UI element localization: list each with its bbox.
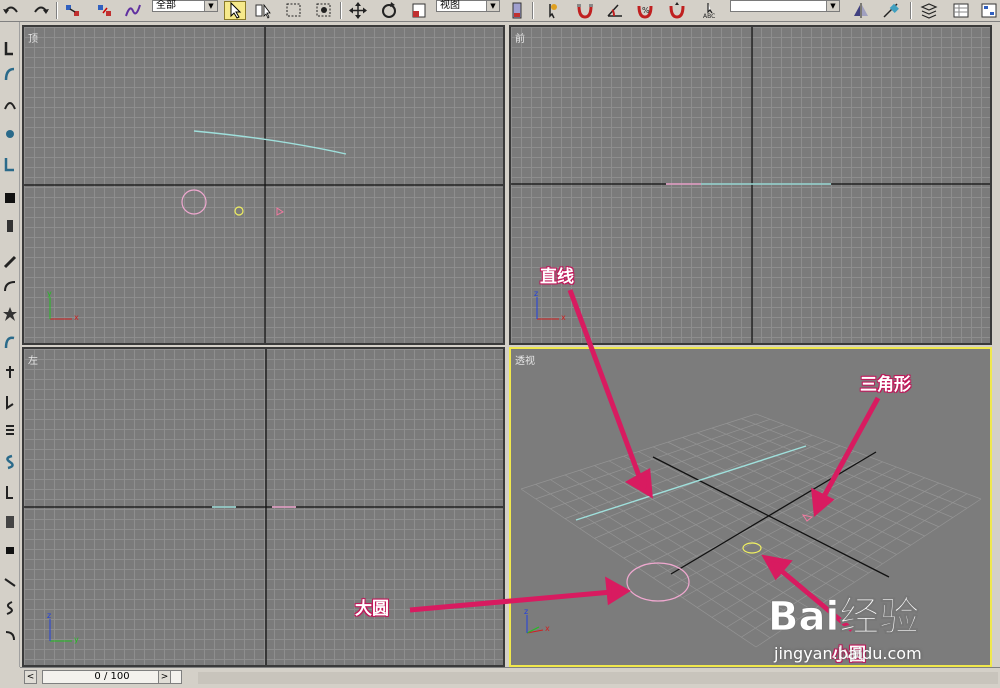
axis-z-label: z	[524, 607, 529, 616]
curve-editor-icon[interactable]	[950, 1, 972, 20]
schematic-view-icon[interactable]	[978, 1, 1000, 20]
tool-icon[interactable]	[2, 514, 18, 530]
scale-icon[interactable]	[408, 1, 430, 20]
axis-x-label: x	[561, 313, 566, 322]
main-toolbar: 全部 ▼ 视图 ▼ % ABC ▼	[0, 0, 1000, 22]
tool-icon[interactable]	[2, 600, 18, 616]
perspective-grid-line	[638, 456, 869, 569]
redo-icon[interactable]	[30, 1, 52, 20]
named-selection-dropdown[interactable]: ▼	[730, 0, 840, 12]
unlink-selection-icon[interactable]	[94, 1, 116, 20]
undo-icon[interactable]	[0, 1, 22, 20]
axis-x-label: x	[545, 624, 550, 633]
annotation-triangle-label: 三角形	[860, 375, 911, 395]
tool-icon[interactable]	[2, 628, 18, 644]
layer-manager-icon[interactable]	[918, 1, 940, 20]
small-circle-shape	[742, 542, 762, 554]
tool-icon[interactable]	[2, 334, 18, 350]
time-slider-bar: < 0 / 100 >	[20, 667, 1000, 688]
perspective-grid-line	[697, 432, 925, 537]
tool-icon[interactable]	[2, 218, 18, 234]
pivot-center-icon[interactable]	[506, 1, 528, 20]
tool-icon[interactable]	[2, 542, 18, 558]
tool-icon[interactable]	[2, 254, 18, 270]
next-frame-button[interactable]: >	[158, 670, 171, 684]
chevron-down-icon: ▼	[204, 1, 217, 11]
window-crossing-icon[interactable]	[313, 1, 335, 20]
rotate-icon[interactable]	[378, 1, 400, 20]
axis-z-label: z	[534, 289, 539, 298]
move-icon[interactable]	[347, 1, 369, 20]
tool-icon[interactable]	[2, 96, 18, 112]
align-icon[interactable]	[880, 1, 902, 20]
select-and-link-icon[interactable]	[62, 1, 84, 20]
timeline-track[interactable]	[198, 672, 998, 684]
reference-coordinate-value: 视图	[440, 0, 460, 11]
select-by-name-icon[interactable]	[252, 1, 274, 20]
line-shape	[575, 445, 807, 521]
viewport-top[interactable]: 顶 x y	[22, 25, 505, 345]
axis-z-label: z	[47, 611, 52, 620]
rectangular-selection-icon[interactable]	[283, 1, 305, 20]
tool-icon[interactable]	[2, 40, 18, 56]
tool-icon[interactable]	[2, 364, 18, 380]
select-manipulate-icon[interactable]	[540, 1, 562, 20]
chevron-down-icon: ▼	[486, 1, 499, 11]
edit-named-selection-icon[interactable]: ABC	[700, 1, 722, 20]
perspective-grid-line	[755, 498, 982, 648]
perspective-grid-line	[711, 427, 939, 528]
annotation-small-circle-label: 小圆	[832, 645, 866, 665]
triangle-shape	[276, 207, 284, 216]
tool-icon[interactable]	[2, 454, 18, 470]
perspective-grid-line	[741, 493, 968, 638]
axis-y-label: y	[47, 289, 52, 298]
tool-icon[interactable]	[2, 574, 18, 590]
spinner-snap-icon[interactable]	[666, 1, 688, 20]
axis-y-label: y	[74, 635, 79, 644]
big-circle-shape	[626, 562, 690, 602]
angle-snap-icon[interactable]	[604, 1, 626, 20]
tool-icon[interactable]	[2, 484, 18, 500]
axis-x-label: x	[74, 313, 79, 322]
reference-coordinate-dropdown[interactable]: 视图 ▼	[436, 0, 500, 12]
tool-icon[interactable]	[2, 66, 18, 82]
svg-text:ABC: ABC	[703, 13, 715, 19]
bind-to-space-warp-icon[interactable]	[122, 1, 144, 20]
viewport-perspective[interactable]: 透视 x z	[509, 347, 992, 667]
select-object-button[interactable]	[224, 1, 246, 20]
tool-icon[interactable]	[2, 306, 18, 322]
tool-icon[interactable]	[2, 278, 18, 294]
viewport-front[interactable]: 前 x z	[509, 25, 992, 345]
percent-snap-icon[interactable]: %	[634, 1, 656, 20]
tool-icon[interactable]	[2, 394, 18, 410]
mirror-icon[interactable]	[850, 1, 872, 20]
tool-icon[interactable]	[2, 190, 18, 206]
perspective-grid-line	[711, 482, 939, 618]
left-toolbar	[0, 22, 20, 667]
annotation-line-label: 直线	[540, 267, 574, 287]
viewport-left[interactable]: 左 y z	[22, 347, 505, 667]
selection-filter-value: 全部	[156, 0, 176, 11]
prev-frame-button[interactable]: <	[24, 670, 37, 684]
line-shape	[193, 130, 347, 155]
annotation-big-circle-label: 大圆	[355, 599, 389, 619]
small-circle-shape	[234, 206, 244, 216]
snap-toggle-icon[interactable]	[574, 1, 596, 20]
big-circle-shape	[181, 189, 207, 215]
selection-filter-dropdown[interactable]: 全部 ▼	[152, 0, 218, 12]
tool-icon[interactable]	[2, 422, 18, 438]
tool-icon[interactable]	[2, 156, 18, 172]
chevron-down-icon: ▼	[826, 1, 839, 11]
tool-icon[interactable]	[2, 126, 18, 142]
perspective-grid-line	[726, 423, 954, 518]
svg-text:%: %	[642, 6, 650, 15]
